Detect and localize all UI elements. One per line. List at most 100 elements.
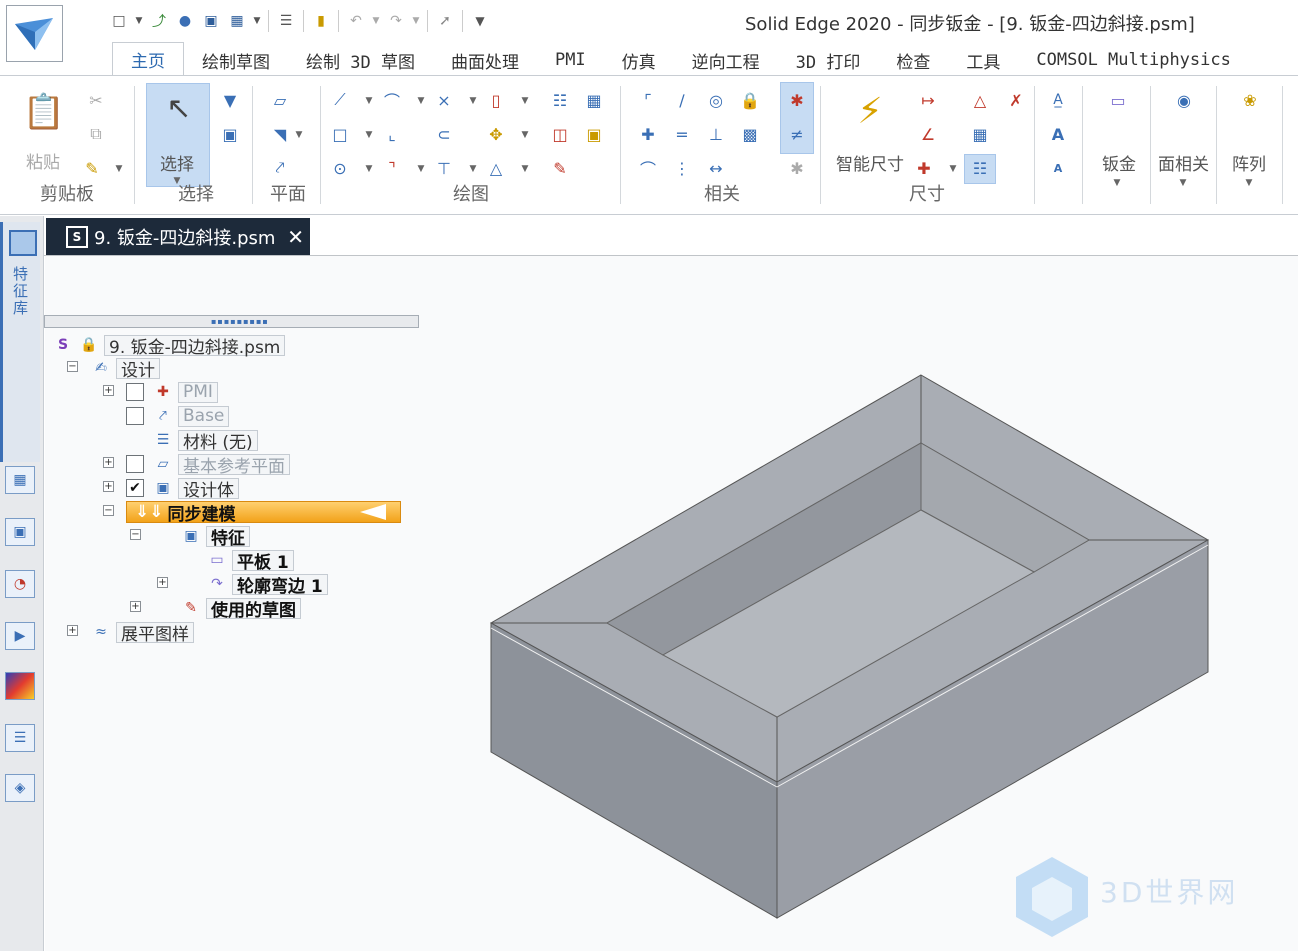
horizontal-vertical-icon[interactable]: ↔ <box>704 156 728 180</box>
tree-node-features[interactable]: ▣ 特征 <box>180 525 250 549</box>
relationship-handles-icon[interactable]: ≠ <box>785 122 809 146</box>
tab-sketch[interactable]: 绘制草图 <box>184 44 288 76</box>
tab-home[interactable]: 主页 <box>112 42 184 76</box>
grid-icon[interactable]: ▦ <box>582 88 606 112</box>
chevron-down-icon[interactable]: ▼ <box>132 7 146 35</box>
parallel-icon[interactable]: ∕ <box>670 88 694 112</box>
relation-assistant-icon[interactable]: ✱ <box>785 156 809 180</box>
circle-icon[interactable]: ⊙ <box>328 156 352 180</box>
offset-icon[interactable]: ⊂ <box>432 122 456 146</box>
save-icon[interactable]: ▣ <box>198 7 224 35</box>
smart-dimension-label[interactable]: 智能尺寸 <box>836 150 904 175</box>
select-arrow-icon[interactable]: ↖ <box>164 88 194 128</box>
construction-icon[interactable]: ⊤ <box>432 156 456 180</box>
tree-node-contour-flange[interactable]: ↷ 轮廓弯边 1 <box>206 573 328 597</box>
stretch-icon[interactable]: ▣ <box>582 122 606 146</box>
tab-3d-sketch[interactable]: 绘制 3D 草图 <box>288 44 433 76</box>
smart-dimension-icon[interactable]: ⚡ <box>842 86 898 136</box>
feature-library-tab[interactable]: 特征库 <box>0 222 40 462</box>
decrease-font-icon[interactable]: A <box>1046 156 1070 180</box>
properties-icon[interactable]: ☰ <box>5 724 35 752</box>
tab-simulation[interactable]: 仿真 <box>604 44 674 76</box>
chevron-down-icon[interactable]: ▼ <box>364 130 374 140</box>
select-button-label[interactable]: 选择 <box>160 150 194 175</box>
arc-icon[interactable]: ⌒ <box>380 88 404 112</box>
chevron-down-icon[interactable]: ▼ <box>520 164 530 174</box>
pattern-icon[interactable]: ❀ <box>1238 88 1262 112</box>
lock-icon[interactable]: 🔒 <box>738 88 762 112</box>
tree-node-design-body[interactable]: ✔ ▣ 设计体 <box>126 477 239 501</box>
rectangle-icon[interactable]: □ <box>328 122 352 146</box>
dimension-table-icon[interactable]: ☷ <box>968 156 992 180</box>
document-tab[interactable]: S 9. 钣金-四边斜接.psm ✕ <box>46 218 310 255</box>
chevron-down-icon[interactable]: ▼ <box>948 164 958 174</box>
layers-icon[interactable]: ▣ <box>5 518 35 546</box>
sheetmetal-icon[interactable]: ▭ <box>1106 88 1130 112</box>
coincident-plane-icon[interactable]: ▱ <box>268 88 292 112</box>
tree-node-used-sketches[interactable]: ✎ 使用的草图 <box>180 597 301 621</box>
redo-icon[interactable]: ↷ <box>383 7 409 35</box>
symmetric-icon[interactable]: ⋮ <box>670 156 694 180</box>
open-icon[interactable]: ⤴ <box>146 7 172 35</box>
tab-reverse-engineering[interactable]: 逆向工程 <box>674 44 778 76</box>
expand-icon[interactable]: + <box>103 385 114 396</box>
chevron-down-icon[interactable]: ▼ <box>250 7 264 35</box>
tab-comsol[interactable]: COMSOL Multiphysics <box>1018 44 1248 76</box>
chevron-down-icon[interactable]: ▼ <box>409 7 423 35</box>
angle-between-icon[interactable]: ∠ <box>916 122 940 146</box>
mirror-icon[interactable]: △ <box>484 156 508 180</box>
distance-between-icon[interactable]: ↦ <box>916 88 940 112</box>
collapse-icon[interactable]: − <box>130 529 141 540</box>
tree-node-ref-planes[interactable]: ▱ 基本参考平面 <box>126 453 290 477</box>
perpendicular-icon[interactable]: ⊥ <box>704 122 728 146</box>
pathfinder-splitter[interactable]: ▪▪▪▪▪▪▪▪▪ <box>44 315 419 328</box>
tangent-icon[interactable]: ⌒ <box>636 156 660 180</box>
expand-icon[interactable]: + <box>103 457 114 468</box>
chevron-down-icon[interactable]: ▼ <box>468 96 478 106</box>
format-painter-icon[interactable]: ✎ <box>80 156 104 180</box>
coordinate-system-icon[interactable]: ⤤ <box>268 156 292 180</box>
connect-icon[interactable]: ⌜ <box>636 88 660 112</box>
chevron-down-icon[interactable]: ▼ <box>364 164 374 174</box>
pattern-label[interactable]: 阵列 <box>1232 150 1266 175</box>
face-relate-icon[interactable]: ◉ <box>1172 88 1196 112</box>
tree-node-material[interactable]: ☰ 材料 (无) <box>152 429 258 453</box>
tab-pmi[interactable]: PMI <box>537 44 604 76</box>
cut-icon[interactable]: ✂ <box>84 88 108 112</box>
chevron-down-icon[interactable]: ▼ <box>416 164 426 174</box>
undo-icon[interactable]: ↶ <box>343 7 369 35</box>
chevron-down-icon[interactable]: ▼ <box>364 96 374 106</box>
expand-icon[interactable]: + <box>130 601 141 612</box>
sheetmetal-label[interactable]: 钣金 <box>1102 150 1136 175</box>
increase-font-icon[interactable]: A <box>1046 122 1070 146</box>
paste-icon[interactable]: 📋 <box>20 86 68 138</box>
rigid-set-icon[interactable]: ▩ <box>738 122 762 146</box>
expand-icon[interactable]: + <box>103 481 114 492</box>
trim-icon[interactable]: ⨯ <box>432 88 456 112</box>
save-all-icon[interactable]: ▦ <box>224 7 250 35</box>
tree-root[interactable]: S 🔒 9. 钣金-四边斜接.psm <box>52 334 286 358</box>
paste-label[interactable]: 粘贴 <box>26 148 60 173</box>
chevron-down-icon[interactable]: ▼ <box>520 96 530 106</box>
collapse-icon[interactable]: − <box>67 361 78 372</box>
face-relate-label[interactable]: 面相关 <box>1158 150 1209 175</box>
customize-icon[interactable]: ▼ <box>467 7 493 35</box>
visibility-checkbox-checked[interactable]: ✔ <box>126 479 144 497</box>
measure-icon[interactable]: ➚ <box>432 7 458 35</box>
tree-node-synchronous[interactable]: ⇓⇓ 同步建模 <box>126 501 401 525</box>
concentric-icon[interactable]: ◎ <box>704 88 728 112</box>
chamfer-icon[interactable]: ⌝ <box>380 156 404 180</box>
simulation-icon[interactable]: ◔ <box>5 570 35 598</box>
scale-icon[interactable]: ◫ <box>548 122 572 146</box>
close-icon[interactable]: ✕ <box>287 225 304 249</box>
chevron-down-icon[interactable]: ▼ <box>114 164 124 174</box>
chevron-down-icon[interactable]: ▼ <box>1178 178 1188 188</box>
chevron-down-icon[interactable]: ▼ <box>294 130 304 140</box>
tree-node-base[interactable]: ⤤ Base <box>126 405 230 427</box>
text-profile-icon[interactable]: ☷ <box>548 88 572 112</box>
copy-icon[interactable]: ⧉ <box>84 122 108 146</box>
visibility-checkbox[interactable] <box>126 383 144 401</box>
rollback-arrow-icon[interactable] <box>360 504 386 520</box>
chevron-down-icon[interactable]: ▼ <box>1112 178 1122 188</box>
parts-library-icon[interactable]: ▦ <box>5 466 35 494</box>
